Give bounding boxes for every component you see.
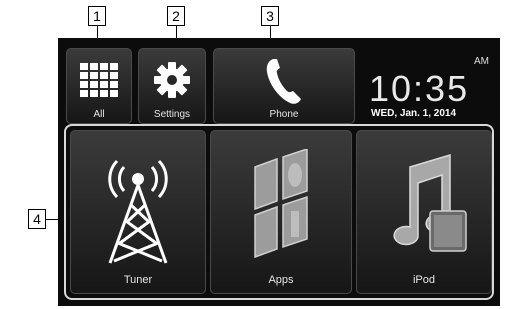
phone-label: Phone xyxy=(269,109,299,120)
clock-panel: AM 10:35 WED, Jan. 1, 2014 xyxy=(361,48,495,124)
callout-3: 3 xyxy=(261,6,279,26)
callout-1: 1 xyxy=(88,6,106,26)
all-button[interactable]: All xyxy=(66,48,132,124)
settings-button[interactable]: Settings xyxy=(138,48,206,124)
gear-icon xyxy=(154,62,190,98)
all-label: All xyxy=(93,109,105,120)
source-selection-outline xyxy=(64,124,494,300)
settings-label: Settings xyxy=(153,109,191,120)
phone-icon xyxy=(266,59,301,104)
phone-button[interactable]: Phone xyxy=(213,48,355,124)
clock-date: WED, Jan. 1, 2014 xyxy=(371,108,457,119)
clock-time: 10:35 xyxy=(369,68,470,109)
head-unit-screen: All Settings Phone AM 10:35 WED, Jan. 1,… xyxy=(58,38,500,306)
grid-icon xyxy=(80,63,118,97)
ampm-indicator: AM xyxy=(474,56,489,67)
callout-4: 4 xyxy=(28,209,46,229)
callout-2: 2 xyxy=(167,6,185,26)
